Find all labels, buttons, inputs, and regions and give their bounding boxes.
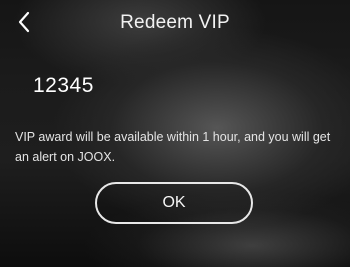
redeem-vip-screen: Redeem VIP 12345 VIP award will be avail…: [0, 0, 350, 267]
top-bar: Redeem VIP: [0, 0, 350, 44]
ok-button[interactable]: OK: [95, 182, 253, 224]
page-title: Redeem VIP: [120, 12, 230, 33]
redeem-code: 12345: [33, 74, 94, 97]
vip-info-message: VIP award will be available within 1 hou…: [15, 130, 331, 164]
